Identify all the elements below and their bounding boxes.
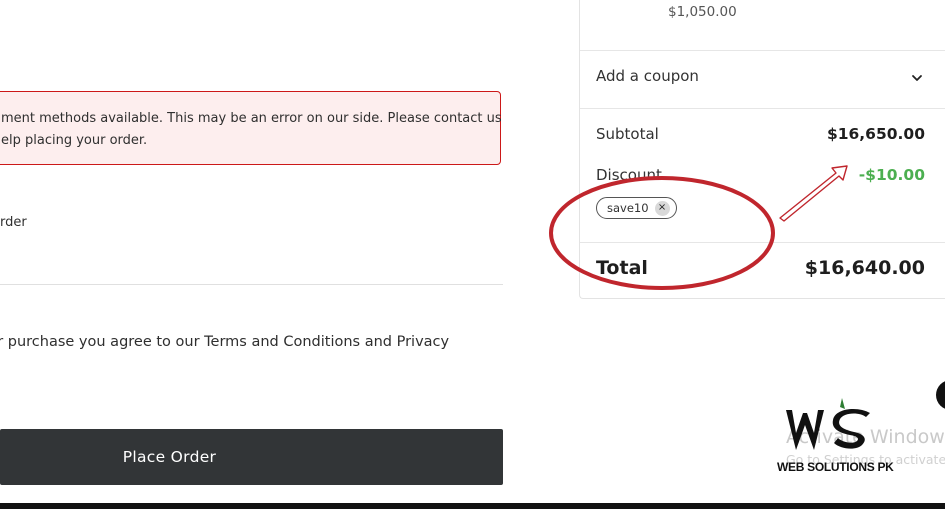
checkout-page: ment methods available. This may be an e… — [0, 0, 945, 509]
subtotal-label: Subtotal — [596, 125, 659, 143]
discount-label: Discount — [596, 166, 662, 184]
coupon-label: Add a coupon — [596, 67, 699, 85]
total-value: $16,640.00 — [804, 257, 925, 279]
chevron-down-icon — [912, 75, 922, 81]
close-icon[interactable]: × — [654, 200, 670, 216]
logo-caption: WEB SOLUTIONS PK — [777, 460, 894, 474]
section-divider — [0, 284, 503, 285]
summary-divider — [580, 108, 945, 109]
error-text-line-1: ment methods available. This may be an e… — [1, 111, 502, 126]
coupon-chip: save10 × — [596, 197, 677, 219]
bottom-bar — [0, 503, 945, 509]
terms-notice: ur purchase you agree to our Terms and C… — [0, 334, 450, 350]
payment-error-notice: ment methods available. This may be an e… — [0, 91, 502, 165]
order-note-label[interactable]: order — [0, 215, 27, 230]
place-order-button[interactable]: Place Order — [0, 429, 503, 485]
summary-divider — [580, 242, 945, 243]
error-text-line-2: elp placing your order. — [1, 133, 148, 148]
discount-value: -$10.00 — [858, 166, 925, 184]
order-summary: $1,050.00 Add a coupon Subtotal $16,650.… — [579, 0, 945, 299]
item-price: $1,050.00 — [668, 4, 737, 20]
subtotal-value: $16,650.00 — [826, 125, 925, 143]
total-label: Total — [596, 257, 648, 279]
floating-widget[interactable] — [936, 380, 945, 410]
add-coupon-toggle[interactable]: Add a coupon — [580, 51, 945, 108]
coupon-code: save10 — [607, 201, 649, 215]
